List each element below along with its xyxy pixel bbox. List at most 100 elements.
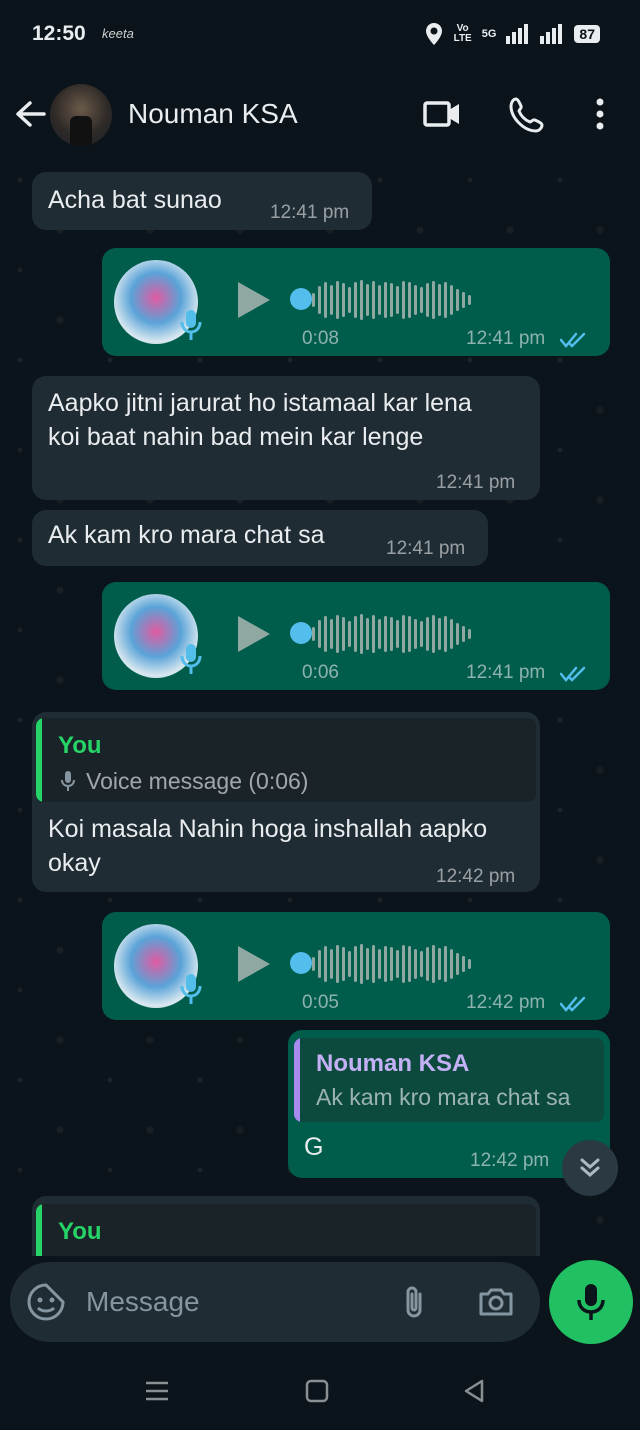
message-text: Acha bat sunao: [48, 186, 222, 214]
quote-sender: Nouman KSA: [316, 1050, 470, 1077]
waveform-bar: [312, 293, 315, 307]
waveform-bar: [450, 949, 453, 979]
waveform-bar: [330, 949, 333, 979]
waveform[interactable]: [312, 942, 471, 986]
message-composer[interactable]: Message: [10, 1262, 540, 1342]
voice-message-outgoing[interactable]: 0:06 12:41 pm: [102, 582, 610, 690]
waveform-bar: [396, 620, 399, 648]
quote-text: Voice message (0:06): [86, 768, 309, 794]
contact-avatar[interactable]: [50, 84, 112, 146]
message-bubble-incoming[interactable]: Aapko jitni jarurat ho istamaal kar lena…: [32, 376, 540, 500]
waveform-bar: [408, 616, 411, 652]
waveform-bar: [390, 617, 393, 651]
waveform-bar: [342, 947, 345, 981]
waveform-bar: [402, 615, 405, 653]
waveform-bar: [450, 619, 453, 649]
waveform-bar: [372, 615, 375, 653]
waveform-bar: [402, 281, 405, 319]
voice-message-outgoing[interactable]: 0:05 12:42 pm: [102, 912, 610, 1020]
waveform-bar: [366, 618, 369, 650]
quote-sender: You: [58, 1218, 102, 1245]
waveform-bar: [426, 947, 429, 981]
waveform-bar: [366, 284, 369, 316]
waveform-bar: [438, 948, 441, 980]
status-bar: 12:50 keeta Vo LTE 5G 87: [0, 0, 640, 72]
waveform-bar: [408, 946, 411, 982]
quoted-message[interactable]: Nouman KSA Ak kam kro mara chat sa: [294, 1038, 604, 1122]
waveform-bar: [354, 282, 357, 318]
waveform-bar: [462, 292, 465, 308]
playback-position[interactable]: [290, 622, 312, 644]
waveform[interactable]: [312, 612, 471, 656]
quote-sender: You: [58, 732, 102, 759]
mic-icon: [61, 771, 75, 791]
read-receipt-icon: [560, 332, 586, 348]
waveform-bar: [438, 618, 441, 650]
message-time: 12:41 pm: [386, 538, 466, 559]
voice-record-button[interactable]: [549, 1260, 633, 1344]
status-icons: Vo LTE 5G 87: [424, 22, 600, 46]
waveform-bar: [420, 287, 423, 313]
voice-call-icon[interactable]: [508, 94, 548, 134]
video-call-icon[interactable]: [422, 94, 462, 134]
waveform-bar: [312, 957, 315, 971]
waveform-bar: [342, 283, 345, 317]
waveform-bar: [360, 944, 363, 984]
playback-position[interactable]: [290, 952, 312, 974]
volte-indicator: Vo LTE: [453, 23, 472, 44]
message-time: 12:41 pm: [270, 202, 350, 223]
message-text: Koi masala Nahin hoga inshallah aapko ok…: [48, 815, 488, 877]
quote-accent-bar: [36, 1204, 42, 1256]
back-arrow-icon[interactable]: [12, 94, 48, 134]
play-icon[interactable]: [236, 944, 272, 984]
waveform-bar: [366, 948, 369, 980]
waveform[interactable]: [312, 278, 471, 322]
waveform-bar: [468, 629, 471, 639]
waveform-bar: [402, 945, 405, 983]
waveform-bar: [426, 283, 429, 317]
status-time: 12:50: [32, 22, 86, 45]
waveform-bar: [384, 616, 387, 652]
play-icon[interactable]: [236, 614, 272, 654]
waveform-bar: [348, 951, 351, 977]
message-input[interactable]: Message: [86, 1286, 200, 1318]
waveform-bar: [348, 287, 351, 313]
contact-name[interactable]: Nouman KSA: [128, 98, 298, 130]
mic-icon: [577, 1284, 605, 1320]
waveform-bar: [360, 280, 363, 320]
message-bubble-incoming[interactable]: You Voice message (0:06) Koi masala Nahi…: [32, 712, 540, 892]
waveform-bar: [396, 286, 399, 314]
voice-message-outgoing[interactable]: 0:08 12:41 pm: [102, 248, 610, 356]
waveform-bar: [390, 947, 393, 981]
message-time: 12:42 pm: [470, 1150, 550, 1171]
home-icon[interactable]: [302, 1376, 332, 1406]
waveform-bar: [378, 619, 381, 649]
play-icon[interactable]: [236, 280, 272, 320]
waveform-bar: [378, 285, 381, 315]
message-bubble-incoming[interactable]: You: [32, 1196, 540, 1256]
waveform-bar: [312, 627, 315, 641]
camera-icon[interactable]: [476, 1282, 516, 1322]
scroll-to-bottom-button[interactable]: [562, 1140, 618, 1196]
message-bubble-incoming[interactable]: Acha bat sunao 12:41 pm: [32, 172, 372, 230]
quoted-message[interactable]: You: [36, 1204, 536, 1256]
waveform-bar: [354, 616, 357, 652]
message-bubble-incoming[interactable]: Ak kam kro mara chat sa 12:41 pm: [32, 510, 488, 566]
message-bubble-outgoing[interactable]: Nouman KSA Ak kam kro mara chat sa G 12:…: [288, 1030, 610, 1178]
quoted-message[interactable]: You Voice message (0:06): [36, 718, 536, 802]
waveform-bar: [348, 621, 351, 647]
more-options-icon[interactable]: [580, 94, 620, 134]
waveform-bar: [318, 950, 321, 978]
back-icon[interactable]: [460, 1376, 490, 1406]
message-list[interactable]: Acha bat sunao 12:41 pm 0:08 12:41 pm Aa…: [0, 160, 640, 1256]
message-time: 12:41 pm: [466, 328, 546, 349]
message-text: Ak kam kro mara chat sa: [48, 521, 325, 549]
playback-position[interactable]: [290, 288, 312, 310]
waveform-bar: [462, 956, 465, 972]
waveform-bar: [318, 286, 321, 314]
sticker-icon[interactable]: [26, 1282, 66, 1322]
attach-icon[interactable]: [394, 1282, 434, 1322]
waveform-bar: [324, 616, 327, 652]
waveform-bar: [336, 945, 339, 983]
recent-apps-icon[interactable]: [142, 1376, 172, 1406]
